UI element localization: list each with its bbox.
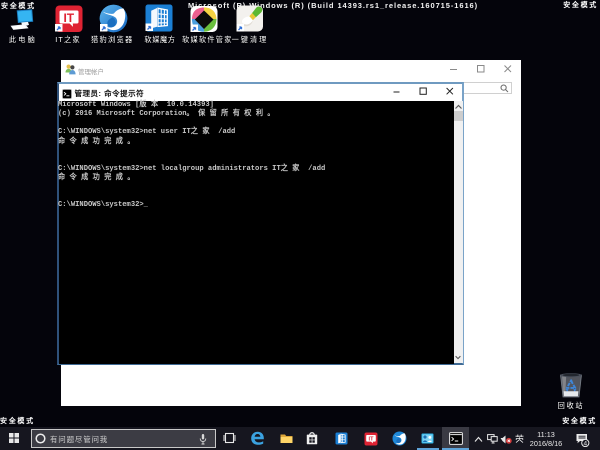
svg-text:IT: IT bbox=[369, 436, 375, 442]
svg-text:IT: IT bbox=[63, 11, 74, 25]
svg-text:4: 4 bbox=[583, 440, 587, 447]
